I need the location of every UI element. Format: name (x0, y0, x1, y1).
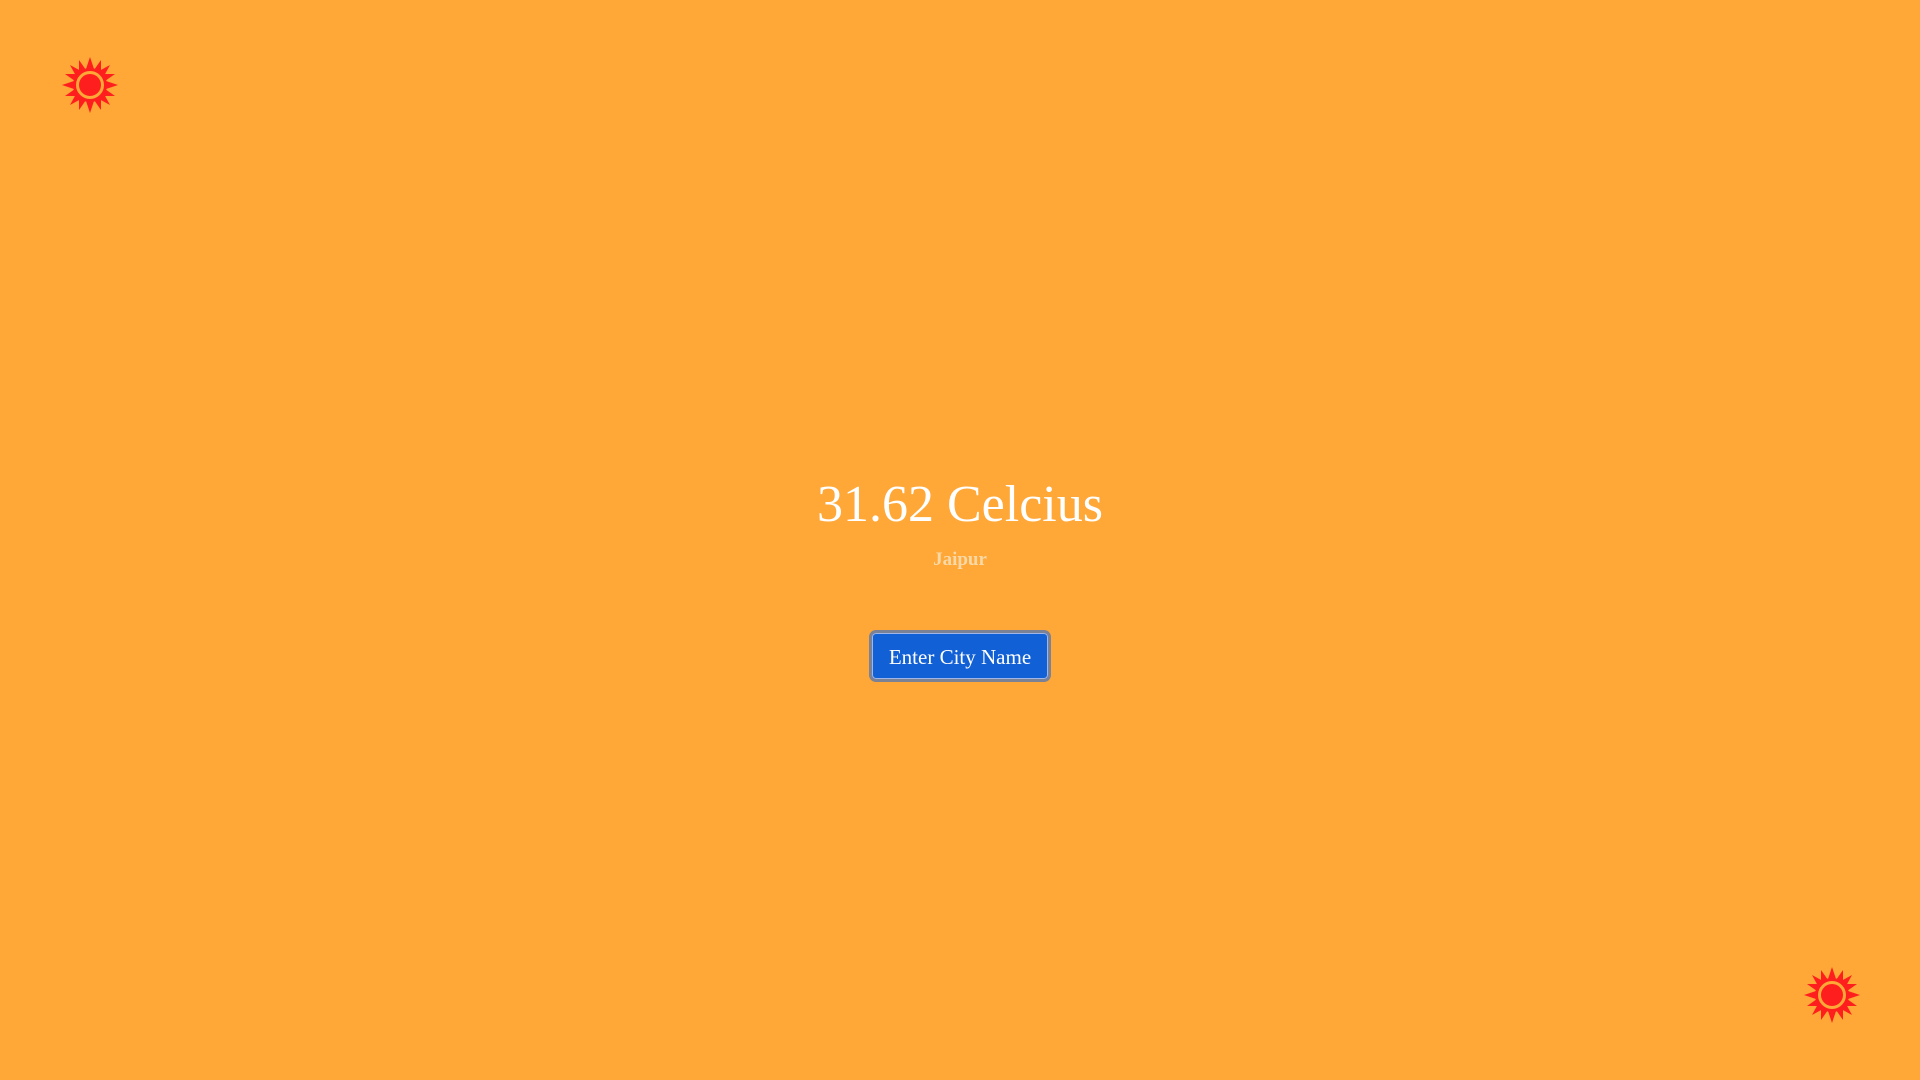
enter-city-button[interactable]: Enter City Name (868, 630, 1052, 682)
sun-icon-graphic (1804, 967, 1860, 1023)
city-name: Jaipur (933, 549, 987, 570)
temperature-display: 31.62 Celcius (817, 476, 1103, 533)
sun-icon (62, 57, 118, 113)
sun-icon (1804, 967, 1860, 1023)
sun-icon-graphic (62, 57, 118, 113)
weather-panel: 31.62 Celcius Jaipur Enter City Name (0, 470, 1920, 682)
